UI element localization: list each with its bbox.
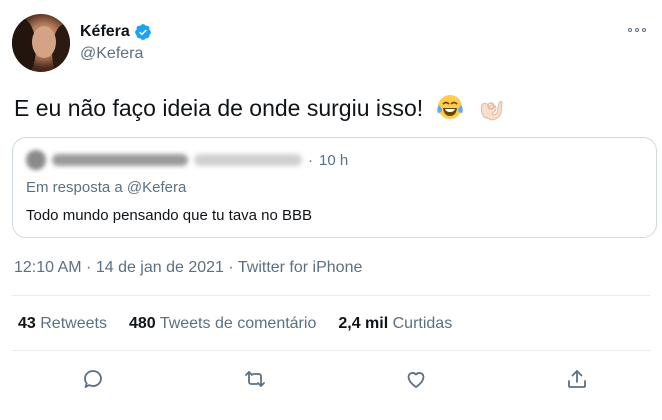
stat-likes[interactable]: 2,4 mil Curtidas [338,315,452,333]
stat-quote-tweets[interactable]: 480 Tweets de comentário [129,315,316,333]
stat-quote-tweets-count: 480 [128,315,156,332]
reply-icon[interactable] [80,366,106,392]
author-names: Kéfera @Kefera [80,22,152,64]
quoted-tweet-header: · 10 h [26,150,348,170]
tweet-card: Kéfera @Kefera E eu não faço ideia de on… [0,0,662,420]
separator-dot: · [308,151,313,169]
share-icon[interactable] [564,366,590,392]
quoted-time: 10 h [319,151,349,169]
ok-hand-icon [480,101,503,121]
tweet-meta[interactable]: 12:10 AM · 14 de jan de 2021 · Twitter f… [14,259,362,277]
like-icon[interactable] [403,366,429,392]
divider [12,295,650,296]
stat-quote-tweets-label: Tweets de comentário [159,315,317,332]
more-options-icon[interactable] [628,24,650,36]
verified-badge-icon [134,24,151,40]
tweet-header: Kéfera @Kefera [12,14,650,74]
stat-likes-count: 2,4 mil [338,315,389,332]
quoted-reply-to[interactable]: Em resposta a @Kefera [26,179,186,196]
quoted-tweet[interactable]: · 10 h Em resposta a @Kefera Todo mundo … [12,137,657,238]
quoted-handle-blurred [194,154,302,166]
face-with-tears-of-joy-icon [436,95,463,119]
tweet-text-row: E eu não faço ideia de onde surgiu isso! [14,93,504,122]
quoted-name-blurred [52,154,188,166]
stat-likes-label: Curtidas [392,315,453,332]
tweet-stats: 43 Retweets 480 Tweets de comentário 2,4… [18,315,452,333]
retweet-icon[interactable] [242,366,268,392]
author-display-name[interactable]: Kéfera [80,22,130,42]
avatar[interactable] [12,14,70,72]
quoted-text: Todo mundo pensando que tu tava no BBB [26,207,313,224]
tweet-text: E eu não faço ideia de onde surgiu isso! [14,95,424,121]
author-handle[interactable]: @Kefera [80,44,152,64]
divider [12,350,650,351]
stat-retweets[interactable]: 43 Retweets [18,315,107,333]
stat-retweets-count: 43 [18,315,36,332]
tweet-actions [0,366,662,394]
quoted-avatar-blurred [26,150,46,170]
author-display-name-row[interactable]: Kéfera [80,22,152,42]
stat-retweets-label: Retweets [40,315,107,332]
